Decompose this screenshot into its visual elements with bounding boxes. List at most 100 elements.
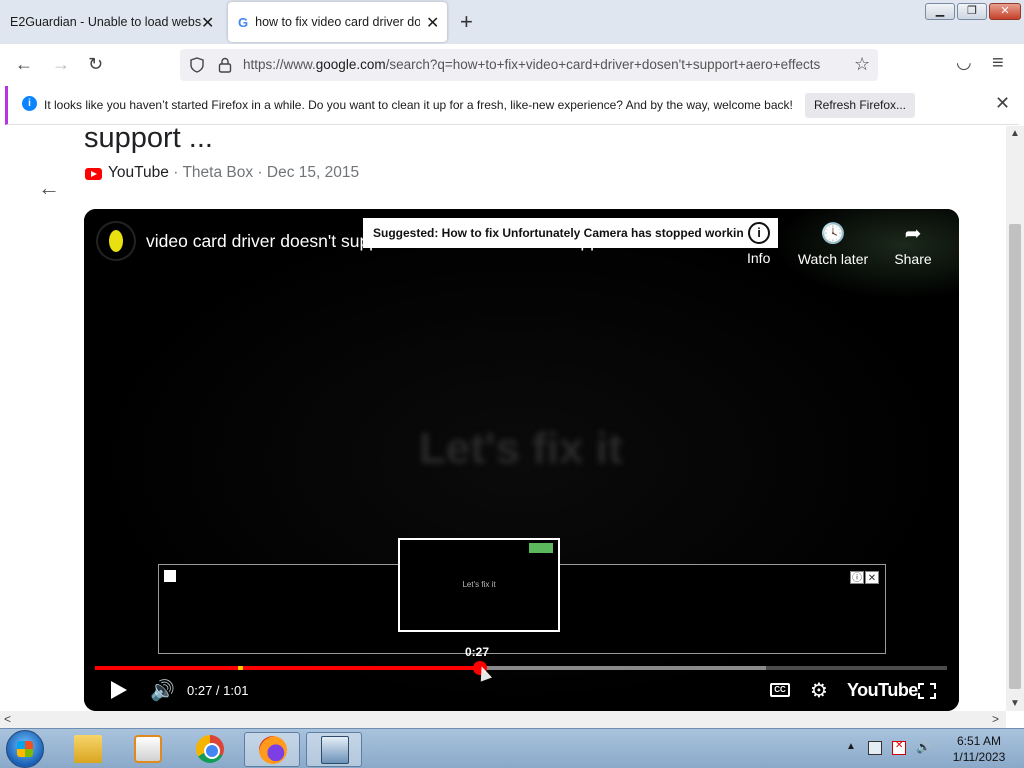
volume-icon[interactable]: 🔊 [150,678,175,703]
info-button[interactable]: Info [747,250,770,266]
shield-icon[interactable] [189,57,205,73]
preview-arrow-badge [529,543,553,553]
clock-icon: 🕓 [820,223,846,245]
preview-timestamp: 0:27 [465,645,490,659]
progress-played [95,666,481,670]
start-button[interactable] [6,730,44,768]
share-label: Share [894,251,932,267]
volume-tray-icon[interactable]: 🔊 [916,740,931,754]
menu-icon[interactable]: ≡ [992,52,1004,75]
scroll-up-icon[interactable]: ▲ [1010,128,1020,139]
info-circle-icon[interactable]: i [748,222,770,244]
bookmark-star-icon[interactable]: ☆ [854,54,870,75]
page-heading[interactable]: support ... [84,126,213,155]
navigation-bar: ← → ↻ https://www.google.com/search?q=ho… [0,44,1024,86]
show-hidden-icons-icon[interactable]: ▲ [846,741,856,752]
vertical-scrollbar[interactable]: ▲ ▼ [1006,126,1024,711]
url-path: /search?q=how+to+fix+video+card+driver+d… [385,57,821,72]
closed-captions-button[interactable]: CC [770,683,790,697]
video-source: YouTube · Theta Box · Dec 15, 2015 [108,164,359,182]
window-minimize-button[interactable]: ▁ [925,3,955,20]
reload-icon[interactable]: ↻ [88,54,103,75]
scroll-right-icon[interactable]: > [992,712,999,726]
notification-text: It looks like you haven’t started Firefo… [44,98,793,112]
scroll-left-icon[interactable]: < [4,712,11,726]
info-label: Info [747,250,771,266]
restore-icon: ❐ [967,5,977,17]
chrome-icon [196,735,224,763]
window-app-icon [321,736,349,764]
tab-title: E2Guardian - Unable to load website [10,15,202,29]
google-favicon-icon: G [238,14,249,30]
window-close-button[interactable]: ✕ [989,3,1021,20]
ad-info-icon[interactable]: ⓘ [850,571,864,584]
fullscreen-corner [930,693,936,699]
preview-text: Let's fix it [462,580,496,589]
fullscreen-corner [918,693,924,699]
info-icon: i [22,96,37,111]
taskbar-firefox[interactable] [244,732,300,767]
pocket-icon[interactable]: ◡ [956,52,972,73]
youtube-logo-icon [85,168,102,180]
clock-date: 1/11/2023 [952,750,1006,764]
video-player[interactable]: Let's fix it video card driver doesn't s… [84,209,959,711]
scrollbar-thumb[interactable] [1009,224,1021,689]
forward-arrow-icon[interactable]: → [52,54,70,75]
refresh-firefox-button[interactable]: Refresh Firefox... [805,93,915,118]
youtube-wordmark-link[interactable]: YouTube [847,680,918,701]
horizontal-scrollbar[interactable]: < > [0,711,1006,728]
tab-close-icon[interactable]: ✕ [426,13,439,33]
clock[interactable]: 6:51 AM 1/11/2023 [936,733,1022,765]
network-icon[interactable] [868,741,882,755]
taskbar: ▲ 🔊 6:51 AM 1/11/2023 [0,728,1024,768]
lock-icon[interactable] [218,57,232,73]
ad-controls: ⓘ ✕ [850,571,879,584]
new-tab-button[interactable]: + [460,9,473,35]
source-channel: Theta Box [182,164,254,181]
notification-close-icon[interactable]: ✕ [995,93,1010,114]
share-arrow-icon: ➦ [904,223,922,245]
tab-bar: E2Guardian - Unable to load website ✕ G … [0,0,1024,44]
ad-close-icon[interactable]: ✕ [865,571,879,584]
watch-later-label: Watch later [797,251,869,267]
share-button[interactable]: ➦ Share [892,221,934,267]
taskbar-explorer[interactable] [60,732,116,767]
action-center-flag-icon[interactable] [892,740,906,755]
tab-e2guardian[interactable]: E2Guardian - Unable to load website ✕ [0,2,222,42]
suggested-video-card[interactable]: Suggested: How to fix Unfortunately Came… [363,218,778,248]
system-tray: ▲ 🔊 6:51 AM 1/11/2023 [840,729,1024,768]
back-arrow-icon[interactable]: ← [38,175,60,201]
back-arrow-icon[interactable]: ← [15,54,33,75]
broken-image-icon [164,570,176,582]
tab-title: how to fix video card driver doesn't sup… [255,15,421,29]
url-bar[interactable]: https://www.google.com/search?q=how+to+f… [180,49,878,81]
play-icon[interactable] [111,681,127,699]
taskbar-chrome[interactable] [182,732,238,767]
fullscreen-corner [930,683,936,689]
fullscreen-corner [918,683,924,689]
notification-bar: i It looks like you haven’t started Fire… [5,86,1019,125]
taskbar-media-player[interactable] [120,732,176,767]
watch-later-button[interactable]: 🕓 Watch later [797,221,869,267]
taskbar-window-app[interactable] [306,732,362,767]
tab-close-icon[interactable]: ✕ [201,13,214,33]
settings-gear-icon[interactable]: ⚙ [810,678,828,703]
fullscreen-icon[interactable] [918,683,936,699]
url-text: https://www.google.com/search?q=how+to+f… [243,57,848,72]
page-content: support ... ← YouTube · Theta Box · Dec … [0,126,1006,712]
scroll-down-icon[interactable]: ▼ [1010,698,1020,709]
tab-google-search[interactable]: G how to fix video card driver doesn't s… [228,2,447,42]
video-watermark-text: Let's fix it [419,424,623,473]
url-prefix: https://www. [243,57,316,72]
progress-bar[interactable] [95,661,947,675]
source-site[interactable]: YouTube [108,164,169,181]
suggested-video-text: Suggested: How to fix Unfortunately Came… [373,226,743,240]
folder-icon [74,735,102,763]
window-restore-button[interactable]: ❐ [957,3,987,20]
time-display: 0:27 / 1:01 [187,683,249,698]
channel-avatar[interactable] [96,221,136,261]
minimize-icon: ▁ [935,5,945,17]
source-date: Dec 15, 2015 [266,164,360,181]
close-icon: ✕ [1000,5,1010,17]
separator: · [257,164,267,181]
